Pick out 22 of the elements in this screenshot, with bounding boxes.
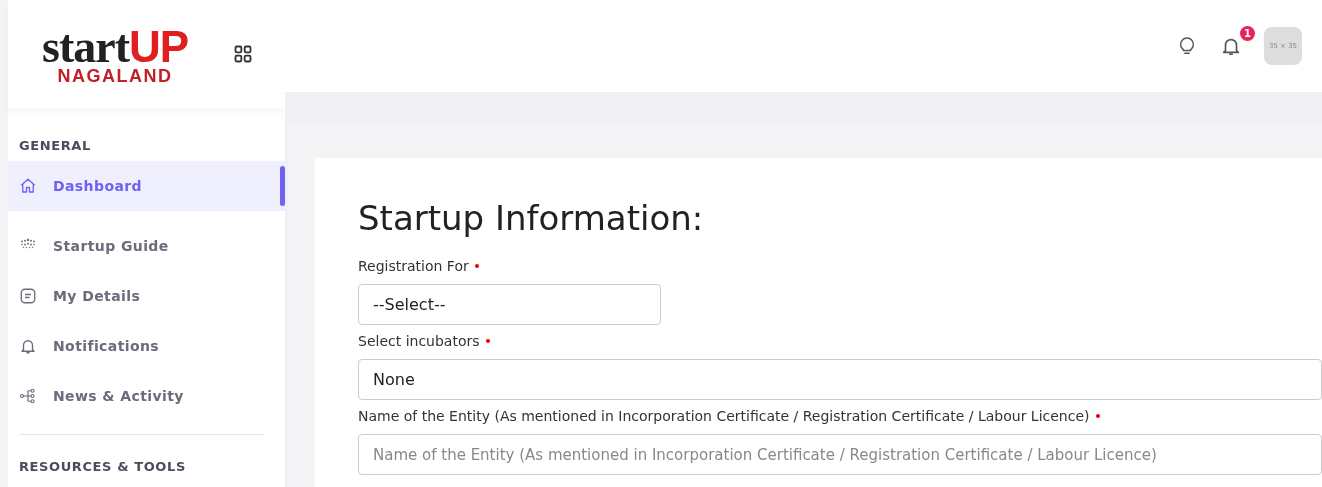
input-field[interactable]: Name of the Entity (As mentioned in Incorporation Certificate / Registration Certificate / Labour Licence) <box>358 434 1322 475</box>
select-field[interactable]: None <box>358 359 1322 400</box>
bell-icon <box>19 337 37 355</box>
field-label: Name of the Entity (As mentioned in Incorporation Certificate / Registration Certificate / Labour Licence) <box>358 408 1090 424</box>
form-title: Startup Information: <box>358 198 705 238</box>
field-label: Select incubators <box>358 333 480 349</box>
sidebar-item[interactable]: News & Activity <box>8 371 285 421</box>
node-tree-icon <box>19 387 37 405</box>
apps-grid-button[interactable] <box>233 44 253 64</box>
notification-badge: 1 <box>1240 26 1255 41</box>
home-icon <box>19 177 37 195</box>
select-field[interactable]: --Select-- <box>358 284 661 325</box>
logo: startUP NAGALAND <box>42 23 189 85</box>
sidebar-item[interactable]: Notifications <box>8 321 285 371</box>
sidebar-item[interactable]: My Details <box>8 271 285 321</box>
note-icon <box>19 287 37 305</box>
sidebar-item[interactable]: Startup Guide <box>8 221 285 271</box>
section-heading: GENERAL <box>18 138 92 153</box>
field-label: Registration For <box>358 258 469 274</box>
section-heading: RESOURCES & TOOLS <box>18 459 187 474</box>
sidebar-item[interactable]: Dashboard <box>8 161 285 211</box>
grid-icon <box>233 44 253 64</box>
